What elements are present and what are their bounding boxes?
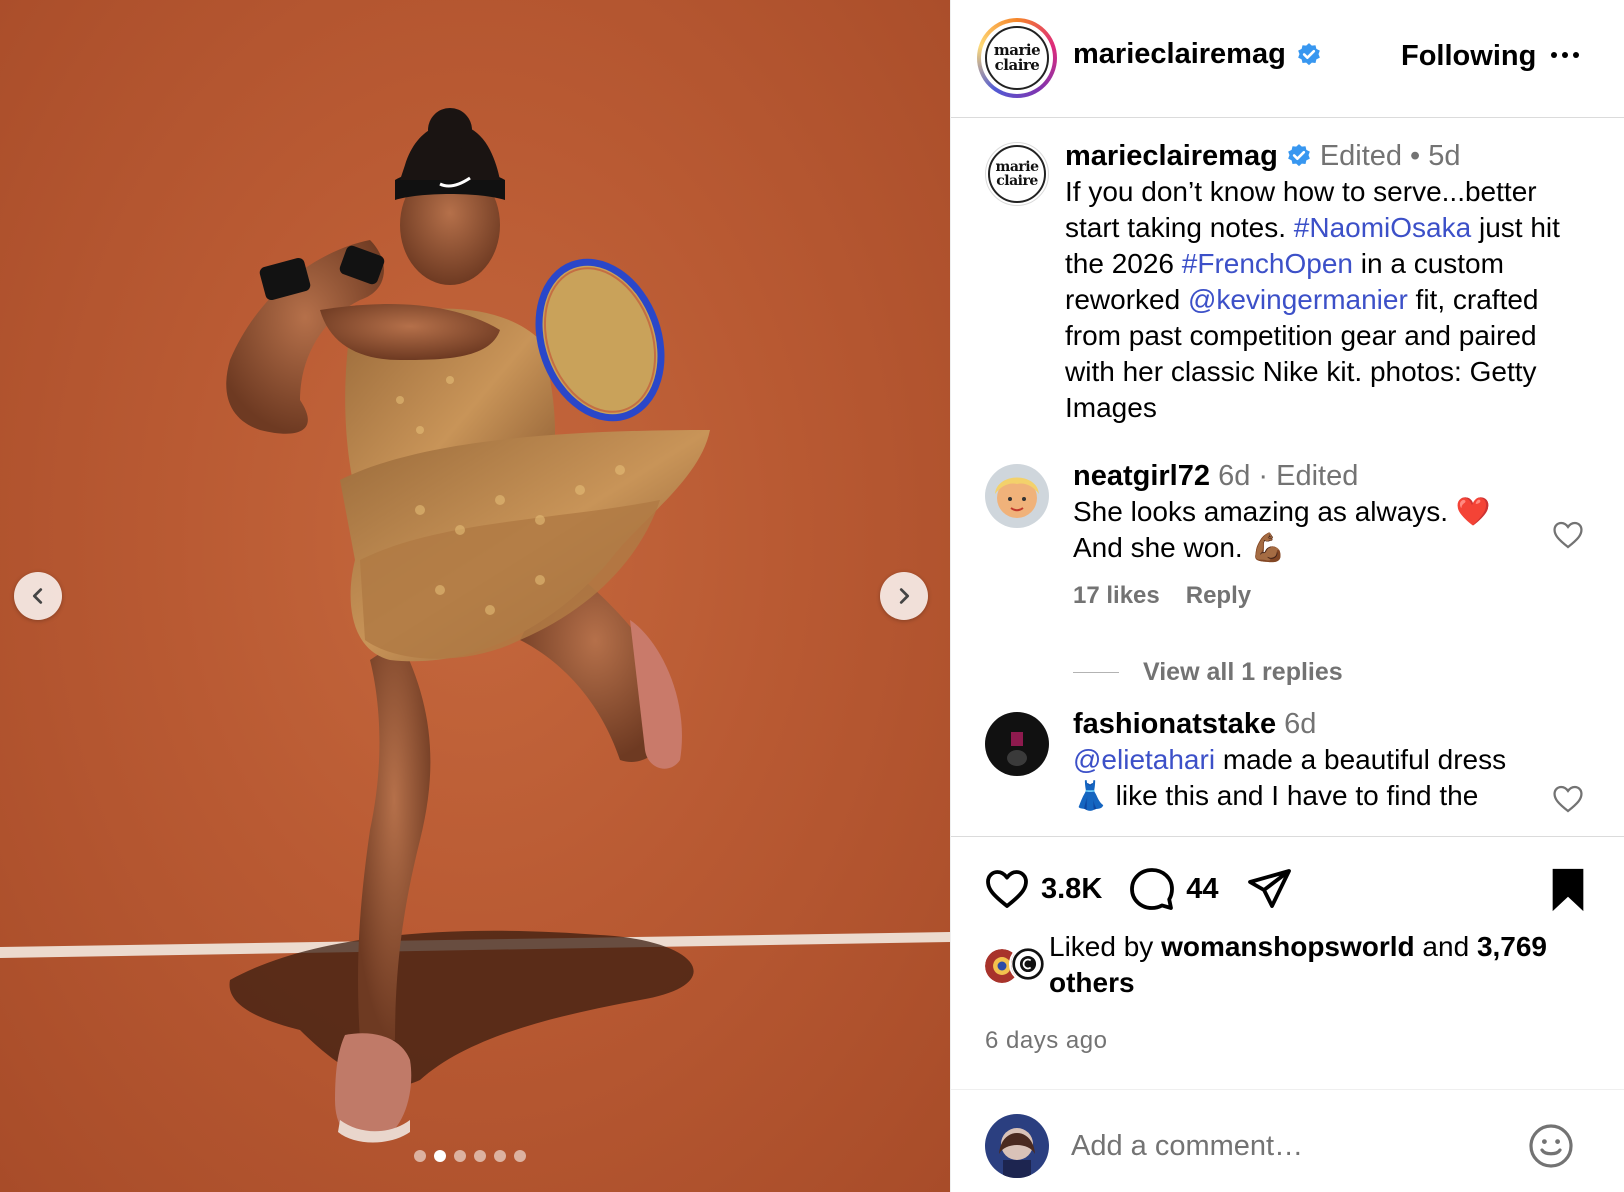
comment-username[interactable]: fashionatstake bbox=[1073, 708, 1276, 740]
hashtag-link[interactable]: #FrenchOpen bbox=[1182, 248, 1353, 279]
caption-text: If you don’t know how to serve...better … bbox=[1065, 174, 1585, 426]
mention-link[interactable]: @kevingermanier bbox=[1188, 284, 1408, 315]
liked-by-avatars bbox=[983, 945, 1049, 987]
like-heart-icon[interactable] bbox=[983, 865, 1031, 913]
verified-badge-icon bbox=[1297, 42, 1320, 65]
caption-edited: Edited bbox=[1319, 140, 1403, 172]
like-count[interactable]: 3.8K bbox=[1041, 873, 1102, 906]
carousel-dot bbox=[494, 1150, 506, 1162]
post-header: marie claire marieclairemag Following bbox=[951, 0, 1624, 118]
tennis-photo bbox=[0, 108, 950, 1143]
comment-text: 👗 like this and I have to find the bbox=[1073, 780, 1479, 811]
add-comment-bar bbox=[951, 1089, 1624, 1192]
liker-avatar bbox=[1009, 945, 1047, 983]
share-send-icon[interactable] bbox=[1245, 865, 1293, 913]
marie-claire-logo: marie claire bbox=[985, 26, 1049, 90]
chevron-right-icon bbox=[899, 588, 910, 604]
logo-text: claire bbox=[996, 173, 1038, 189]
caption-age: 5d bbox=[1428, 140, 1461, 172]
following-button[interactable]: Following bbox=[1401, 40, 1536, 73]
carousel-dot bbox=[414, 1150, 426, 1162]
comment-likes[interactable]: 17 likes bbox=[1073, 582, 1160, 610]
heart-icon[interactable] bbox=[1551, 518, 1585, 552]
verified-badge-icon bbox=[1287, 144, 1310, 167]
post-sidebar: marie claire marieclairemag Following ma… bbox=[950, 0, 1624, 1192]
comment-age: 6d bbox=[1284, 708, 1317, 740]
view-replies-label: View all 1 replies bbox=[1143, 658, 1343, 686]
liked-by-text: Liked by womanshopsworld and 3,769 other… bbox=[1049, 929, 1569, 1001]
liked-by: Liked by womanshopsworld and 3,769 other… bbox=[983, 929, 1583, 1001]
mention-link[interactable]: @elietahari bbox=[1073, 744, 1215, 775]
heart-icon[interactable] bbox=[1551, 782, 1585, 816]
liked-by-prefix: Liked by bbox=[1049, 931, 1162, 962]
carousel-dot bbox=[474, 1150, 486, 1162]
commenter-avatar[interactable] bbox=[985, 464, 1049, 528]
liked-by-user[interactable]: womanshopsworld bbox=[1161, 931, 1415, 962]
author-avatar[interactable]: marie claire bbox=[977, 18, 1057, 98]
bookmark-saved-icon[interactable] bbox=[1547, 867, 1589, 913]
comment-text: And she won. 💪🏾 bbox=[1073, 532, 1286, 563]
previous-image-button[interactable] bbox=[14, 572, 62, 620]
comment-input[interactable] bbox=[1071, 1126, 1491, 1166]
carousel-indicator bbox=[414, 1150, 526, 1162]
divider bbox=[1073, 672, 1119, 673]
logo-text: marie bbox=[995, 159, 1040, 175]
carousel-dot bbox=[454, 1150, 466, 1162]
chevron-left-icon bbox=[32, 588, 43, 604]
comment-count[interactable]: 44 bbox=[1186, 873, 1218, 906]
caption-avatar[interactable]: marie claire bbox=[985, 142, 1049, 206]
post-actions: 3.8K 44 Liked by womanshopsworld and 3,7… bbox=[951, 836, 1624, 1192]
post-timestamp[interactable]: 6 days ago bbox=[985, 1027, 1107, 1055]
hashtag-link[interactable]: #NaomiOsaka bbox=[1294, 212, 1471, 243]
next-image-button[interactable] bbox=[880, 572, 928, 620]
liked-by-and: and bbox=[1414, 931, 1477, 962]
caption-username[interactable]: marieclairemag bbox=[1065, 138, 1278, 174]
comment-text: @elietahari made a beautiful dress bbox=[1073, 742, 1553, 778]
more-options-icon[interactable] bbox=[1551, 40, 1591, 70]
comment-text: She looks amazing as always. ❤️ bbox=[1073, 496, 1491, 527]
comment-edited: · Edited bbox=[1258, 460, 1359, 492]
current-user-avatar[interactable] bbox=[985, 1114, 1049, 1178]
author-username[interactable]: marieclairemag bbox=[1073, 38, 1286, 71]
logo-text: claire bbox=[994, 56, 1040, 74]
carousel-dot-active bbox=[434, 1150, 446, 1162]
comment-text-part: made a beautiful dress bbox=[1215, 744, 1507, 775]
marie-claire-logo: marie claire bbox=[988, 145, 1046, 203]
reply-button[interactable]: Reply bbox=[1186, 582, 1251, 610]
caption: marieclairemag Edited • 5d If you don’t … bbox=[1065, 138, 1585, 426]
comment-bubble-icon[interactable] bbox=[1128, 865, 1176, 913]
comments-list[interactable]: marie claire marieclairemag Edited • 5d … bbox=[951, 118, 1624, 836]
commenter-avatar[interactable] bbox=[985, 712, 1049, 776]
comment-age: 6d bbox=[1218, 460, 1251, 492]
view-replies-button[interactable]: View all 1 replies bbox=[1073, 658, 1343, 687]
comment-username[interactable]: neatgirl72 bbox=[1073, 460, 1210, 492]
emoji-icon[interactable] bbox=[1527, 1122, 1575, 1170]
carousel-dot bbox=[514, 1150, 526, 1162]
caption-separator: • bbox=[1410, 140, 1421, 172]
post-media[interactable] bbox=[0, 0, 950, 1192]
